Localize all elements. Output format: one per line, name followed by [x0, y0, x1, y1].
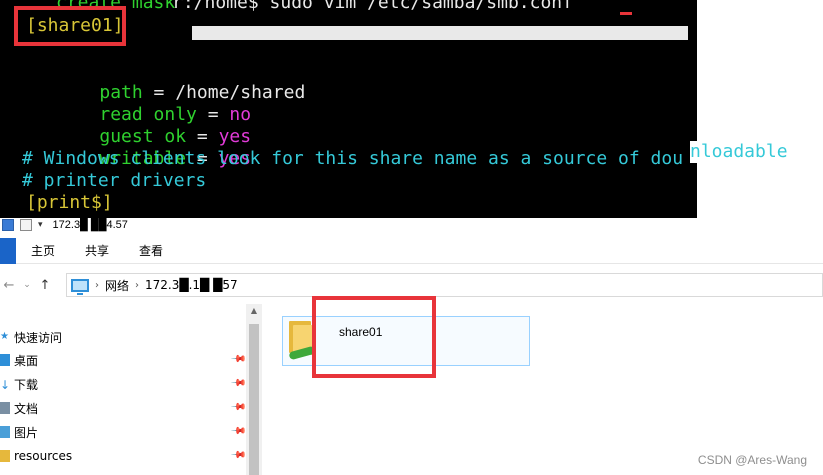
sidebar-item-pictures[interactable]: 图片: [0, 422, 38, 442]
watermark: CSDN @Ares-Wang: [697, 453, 807, 467]
sidebar-item-label: resources: [14, 449, 73, 463]
download-folder-icon: ↓: [0, 378, 11, 392]
tab-home[interactable]: 主页: [16, 238, 70, 264]
desktop-folder-icon: [0, 354, 10, 366]
pin-icon[interactable]: 📌: [230, 375, 247, 392]
nav-scrollbar[interactable]: ▲: [246, 304, 262, 475]
file-tab[interactable]: [0, 237, 16, 264]
chevron-right-icon[interactable]: ›: [135, 280, 139, 291]
chevron-right-icon[interactable]: ›: [95, 280, 99, 291]
pictures-folder-icon: [0, 426, 10, 438]
star-icon: ★: [0, 331, 9, 342]
sidebar-item-label: 桌面: [14, 353, 39, 368]
pin-icon[interactable]: 📌: [230, 351, 247, 368]
navigation-pane: ★ 快速访问 桌面 📌 ↓ 下载 📌 文档 📌 图片 📌 resources 📌: [0, 304, 262, 475]
sidebar-item-label: 图片: [14, 425, 39, 440]
window-title: 172.3█ ██4.57: [52, 219, 128, 231]
recent-dropdown-icon[interactable]: ⌄: [18, 280, 36, 290]
back-arrow-icon[interactable]: ←: [0, 278, 18, 293]
scroll-up-icon[interactable]: ▲: [246, 306, 262, 315]
sidebar-item-label: 下载: [14, 377, 39, 392]
pin-icon[interactable]: 📌: [230, 423, 247, 440]
properties-icon[interactable]: [20, 219, 32, 231]
breadcrumb-host[interactable]: 172.3█.1█ █57: [145, 278, 238, 292]
sidebar-item-quick-access[interactable]: ★ 快速访问: [0, 327, 62, 347]
breadcrumb-network[interactable]: 网络: [105, 277, 129, 294]
up-arrow-icon[interactable]: ↑: [36, 278, 54, 293]
section-print: [print$]: [26, 192, 113, 213]
quick-access-icon[interactable]: [2, 219, 14, 231]
comment-line-1: # Windows clients look for this share na…: [22, 148, 684, 169]
tab-share[interactable]: 共享: [70, 238, 124, 264]
quick-access-dropdown-icon[interactable]: ▾: [38, 220, 43, 230]
scrollbar-thumb[interactable]: [249, 324, 259, 475]
sidebar-item-desktop[interactable]: 桌面: [0, 350, 38, 370]
annotation-highlight-share: [312, 296, 436, 378]
documents-folder-icon: [0, 402, 10, 414]
tab-view[interactable]: 查看: [124, 238, 178, 264]
sidebar-item-documents[interactable]: 文档: [0, 398, 38, 418]
terminal-cursor: [620, 12, 632, 15]
comment-line-2: # printer drivers: [22, 170, 207, 191]
sidebar-item-resources[interactable]: resources: [0, 446, 72, 466]
sidebar-item-label: 文档: [14, 401, 39, 416]
sidebar-item-downloads[interactable]: ↓ 下载: [0, 374, 38, 394]
sidebar-item-label: 快速访问: [14, 330, 63, 345]
pin-icon[interactable]: 📌: [230, 399, 247, 416]
folder-icon: [0, 450, 10, 462]
comment-line-1-overflow: nloadable: [690, 141, 788, 163]
annotation-highlight-section: [14, 6, 126, 46]
address-bar[interactable]: › 网络 › 172.3█.1█ █57: [66, 273, 823, 297]
terminal-window: create mask r:/home$ sudo vim /etc/samba…: [0, 0, 697, 218]
pin-icon[interactable]: 📌: [230, 447, 247, 464]
redaction-bar: [192, 26, 688, 40]
network-computer-icon: [71, 278, 89, 295]
terminal-command: r:/home$ sudo vim /etc/samba/smb.conf: [172, 0, 584, 13]
ribbon-bar: 主页 共享 查看: [0, 237, 823, 264]
